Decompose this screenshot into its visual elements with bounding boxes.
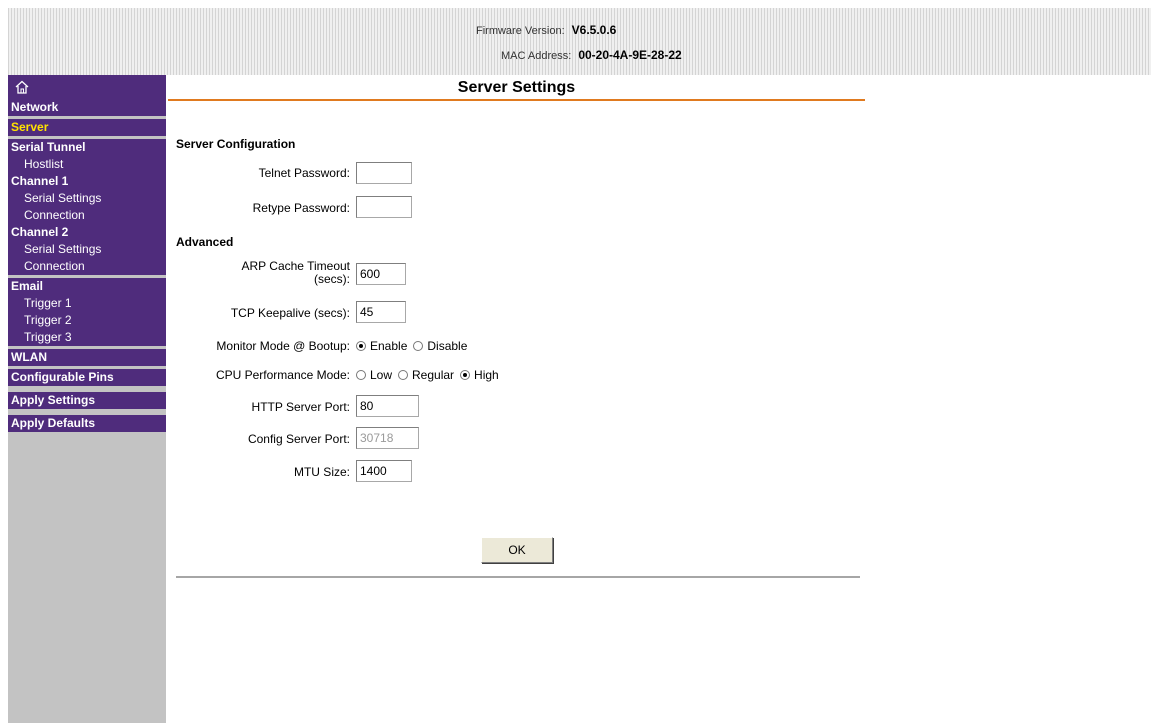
retype-password-label: Retype Password:	[252, 201, 350, 215]
tcp-keepalive-input[interactable]	[356, 301, 406, 323]
monitor-mode-disable-label: Disable	[427, 339, 468, 353]
http-server-port-input[interactable]	[356, 395, 419, 417]
cpu-mode-low-label: Low	[370, 368, 393, 382]
sidebar-item-trigger-1[interactable]: Trigger 1	[8, 295, 166, 312]
monitor-mode-label: Monitor Mode @ Bootup:	[216, 339, 350, 353]
cpu-mode-regular-option[interactable]: Regular	[398, 368, 454, 382]
config-server-port-input	[356, 427, 419, 449]
header-banner: Firmware Version: V6.5.0.6 MAC Address: 00…	[8, 8, 1151, 75]
sidebar-item-serial-settings[interactable]: Serial Settings	[8, 190, 166, 207]
monitor-mode-enable-label: Enable	[370, 339, 408, 353]
bottom-divider	[176, 576, 860, 578]
mac-address-label: MAC Address:	[501, 50, 572, 62]
telnet-password-input[interactable]	[356, 162, 412, 184]
mtu-size-label: MTU Size:	[293, 465, 350, 479]
arp-cache-timeout-label-line1: ARP Cache Timeout	[241, 259, 351, 273]
page-title: Server Settings	[457, 79, 576, 96]
cpu-mode-regular-label: Regular	[412, 368, 455, 382]
cpu-performance-radio-group: Low Regular High	[356, 368, 505, 382]
ok-button[interactable]: OK	[481, 537, 553, 563]
sidebar-item-apply-settings[interactable]: Apply Settings	[8, 392, 166, 409]
sidebar-item-server[interactable]: Server	[8, 119, 166, 136]
config-server-port-label: Config Server Port:	[247, 432, 350, 446]
advanced-heading: Advanced	[176, 235, 234, 249]
firmware-version-value: V6.5.0.6	[571, 23, 617, 37]
mac-address-row: MAC Address: 00-20-4A-9E-28-22	[501, 48, 682, 62]
http-server-port-label: HTTP Server Port:	[251, 400, 350, 414]
retype-password-input[interactable]	[356, 196, 412, 218]
cpu-performance-mode-label: CPU Performance Mode:	[215, 368, 350, 382]
monitor-mode-radio-group: Enable Disable	[356, 339, 473, 353]
tcp-keepalive-label: TCP Keepalive (secs):	[230, 306, 350, 320]
sidebar-item-email[interactable]: Email	[8, 278, 166, 295]
sidebar-item-connection[interactable]: Connection	[8, 207, 166, 224]
telnet-password-label: Telnet Password:	[258, 166, 350, 180]
firmware-version-label: Firmware Version:	[476, 25, 565, 37]
sidebar-item-wlan[interactable]: WLAN	[8, 349, 166, 366]
mac-address-value: 00-20-4A-9E-28-22	[578, 48, 682, 62]
cpu-mode-low-option[interactable]: Low	[356, 368, 392, 382]
home-icon[interactable]	[14, 79, 30, 95]
home-bar[interactable]	[8, 75, 166, 99]
sidebar-item-configurable-pins[interactable]: Configurable Pins	[8, 369, 166, 386]
monitor-mode-disable-radio[interactable]	[413, 341, 424, 351]
arp-cache-timeout-input[interactable]	[356, 263, 406, 285]
sidebar-item-connection[interactable]: Connection	[8, 258, 166, 275]
sidebar-item-channel-2[interactable]: Channel 2	[8, 224, 166, 241]
sidebar-item-apply-defaults[interactable]: Apply Defaults	[8, 415, 166, 432]
cpu-mode-low-radio[interactable]	[356, 370, 366, 380]
cpu-mode-regular-radio[interactable]	[398, 370, 409, 380]
monitor-mode-enable-option[interactable]: Enable	[356, 339, 407, 353]
server-configuration-heading: Server Configuration	[176, 137, 296, 151]
sidebar-item-serial-settings[interactable]: Serial Settings	[8, 241, 166, 258]
sidebar-item-hostlist[interactable]: Hostlist	[8, 156, 166, 173]
monitor-mode-disable-option[interactable]: Disable	[413, 339, 467, 353]
firmware-version-row: Firmware Version: V6.5.0.6	[476, 23, 616, 37]
mtu-size-input[interactable]	[356, 460, 412, 482]
cpu-mode-high-label: High	[474, 368, 499, 382]
sidebar-item-serial-tunnel[interactable]: Serial Tunnel	[8, 139, 166, 156]
sidebar-item-network[interactable]: Network	[8, 99, 166, 116]
cpu-mode-high-radio[interactable]	[460, 370, 471, 380]
arp-cache-timeout-label: ARP Cache Timeout (secs):	[170, 259, 351, 286]
sidebar-item-trigger-3[interactable]: Trigger 3	[8, 329, 166, 346]
monitor-mode-enable-radio[interactable]	[356, 341, 366, 351]
cpu-mode-high-option[interactable]: High	[460, 368, 499, 382]
sidebar-menu: Network Server Serial Tunnel Hostlist Channe…	[8, 99, 166, 432]
title-divider	[168, 99, 865, 101]
sidebar: Network Server Serial Tunnel Hostlist Channe…	[8, 75, 166, 723]
arp-cache-timeout-label-line2: (secs):	[314, 272, 350, 286]
sidebar-item-trigger-2[interactable]: Trigger 2	[8, 312, 166, 329]
sidebar-item-channel-1[interactable]: Channel 1	[8, 173, 166, 190]
